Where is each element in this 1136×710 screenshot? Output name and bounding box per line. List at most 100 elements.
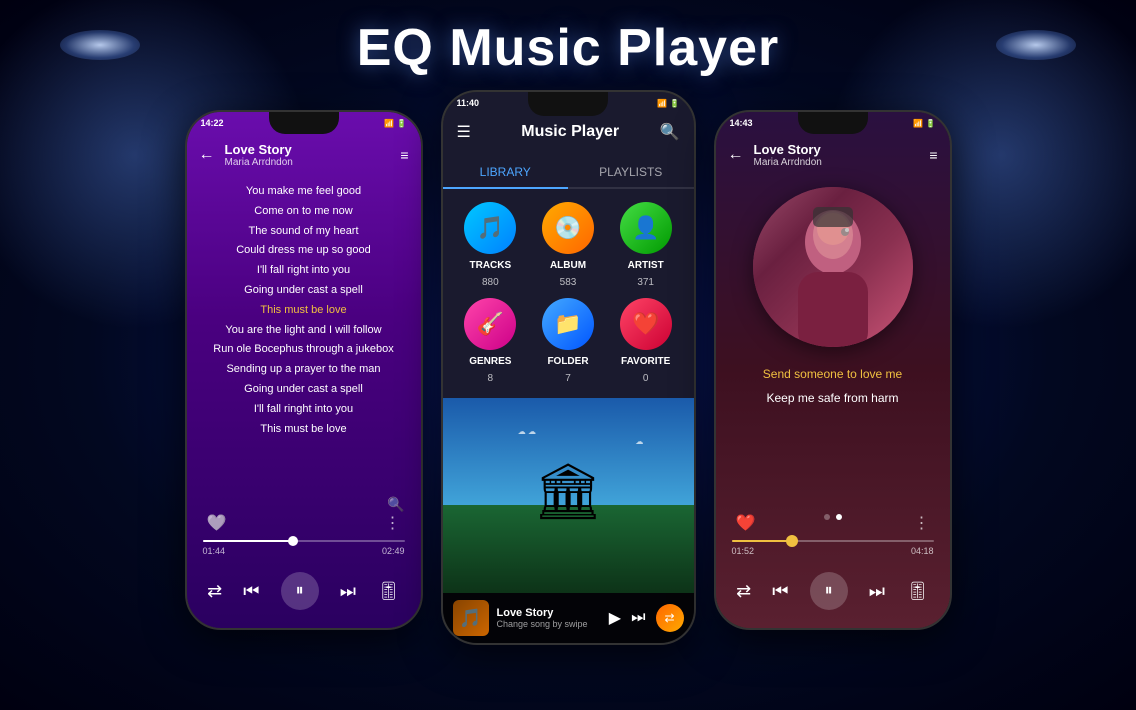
right-progress-fill (732, 540, 793, 542)
tabs-row: LIBRARY PLAYLISTS (443, 157, 694, 189)
bottom-actions-left: 🤍 ⋮ (187, 513, 421, 533)
lib-item-favorite[interactable]: ❤️ FAVORITE 0 (612, 298, 680, 384)
favorite-icon-circle: ❤️ (620, 298, 672, 350)
folder-icon-circle: 📁 (542, 298, 594, 350)
phone-right: 14:43 📶 🔋 ← Love Story Maria Arrdndon ≡ (714, 110, 952, 630)
prev-button-left[interactable]: ⏮ (243, 581, 259, 602)
right-lyric-line-2: Keep me safe from harm (732, 386, 934, 410)
lyric-line-9: Run ole Bocephus through a jukebox (197, 340, 411, 360)
lyric-line-10: Sending up a prayer to the man (197, 360, 411, 380)
right-lyrics-area: Send someone to love me Keep me safe fro… (716, 362, 950, 410)
heart-action-icon[interactable]: 🤍 (207, 513, 227, 533)
time-total-left: 02:49 (382, 546, 405, 556)
zoom-icon[interactable]: 🔍 (387, 496, 404, 513)
more-icon-right[interactable]: ⋮ (914, 513, 930, 533)
lib-item-album[interactable]: 💿 ALBUM 583 (534, 202, 602, 288)
favorite-label: FAVORITE (621, 356, 670, 367)
lyric-line-13: This must be love (197, 420, 411, 440)
lib-item-folder[interactable]: 📁 FOLDER 7 (534, 298, 602, 384)
more-action-icon[interactable]: ⋮ (385, 513, 401, 533)
library-grid: 🎵 TRACKS 880 💿 ALBUM 583 👤 ARTIST 371 🎸 … (443, 192, 694, 394)
back-arrow-icon-right[interactable]: ← (728, 146, 744, 164)
status-time-left: 14:22 (201, 118, 224, 128)
tab-playlists[interactable]: PLAYLISTS (568, 157, 694, 187)
genres-count: 8 (488, 373, 494, 384)
folder-count: 7 (565, 373, 571, 384)
lyric-line-11: Going under cast a spell (197, 380, 411, 400)
next-button-right[interactable]: ⏭ (869, 581, 885, 602)
phone-center: 11:40 📶 🔋 ☰ Music Player 🔍 LIBRARY PLAYL… (441, 90, 696, 645)
lyric-line-8: You are the light and I will follow (197, 321, 411, 341)
lyric-line-6: Going under cast a spell (197, 281, 411, 301)
right-progress-bg[interactable] (732, 540, 934, 542)
tracks-count: 880 (482, 277, 499, 288)
tab-library[interactable]: LIBRARY (443, 157, 569, 189)
playlist-icon[interactable]: ≡ (400, 147, 408, 163)
left-song-artist: Maria Arrdndon (225, 157, 401, 168)
phone-left: 14:22 📶 🔋 ← Love Story Maria Arrdndon ≡ … (185, 110, 423, 630)
artist-label: ARTIST (628, 260, 664, 271)
playlist-icon-right[interactable]: ≡ (929, 147, 937, 163)
notch-left (269, 112, 339, 134)
status-time-right: 14:43 (730, 118, 753, 128)
tracks-icon-circle: 🎵 (464, 202, 516, 254)
phones-container: 14:22 📶 🔋 ← Love Story Maria Arrdndon ≡ … (0, 90, 1136, 645)
time-total-right: 04:18 (911, 546, 934, 556)
status-icons-center: 📶 🔋 (657, 99, 679, 108)
np-next-button[interactable]: ⏭ (631, 609, 645, 627)
shuffle-button-left[interactable]: ⇄ (207, 581, 222, 602)
right-controls-bar: ⇄ ⏮ ⏸ ⏭ 🎚 (716, 572, 950, 610)
album-art-container (753, 187, 913, 347)
right-progress-times: 01:52 04:18 (732, 546, 934, 556)
notch-right (798, 112, 868, 134)
progress-area-left[interactable]: 01:44 02:49 (187, 540, 421, 556)
equalizer-button-left[interactable]: 🎚 (377, 581, 400, 602)
lib-item-tracks[interactable]: 🎵 TRACKS 880 (457, 202, 525, 288)
genres-icon-circle: 🎸 (464, 298, 516, 350)
center-app-title: Music Player (481, 123, 660, 141)
lib-item-artist[interactable]: 👤 ARTIST 371 (612, 202, 680, 288)
progress-bar-bg-left[interactable] (203, 540, 405, 542)
next-button-left[interactable]: ⏭ (340, 581, 356, 602)
center-header: ☰ Music Player 🔍 (443, 116, 694, 148)
back-arrow-icon[interactable]: ← (199, 146, 215, 164)
tracks-label: TRACKS (469, 260, 511, 271)
left-song-info: Love Story Maria Arrdndon (225, 142, 401, 168)
play-pause-button-right[interactable]: ⏸ (810, 572, 848, 610)
lyric-line-3: The sound of my heart (197, 222, 411, 242)
lyric-line-4: Could dress me up so good (197, 241, 411, 261)
right-progress-thumb (786, 535, 798, 547)
favorite-count: 0 (643, 373, 649, 384)
folder-label: FOLDER (547, 356, 588, 367)
artist-count: 371 (637, 277, 654, 288)
np-play-button[interactable]: ▶ (609, 608, 621, 628)
prev-button-right[interactable]: ⏮ (772, 581, 788, 602)
lyric-line-12: I'll fall ringht into you (197, 400, 411, 420)
np-shuffle-button[interactable]: ⇄ (656, 604, 684, 632)
album-icon-circle: 💿 (542, 202, 594, 254)
right-lyric-line-1: Send someone to love me (732, 362, 934, 386)
lyric-line-1: You make me feel good (197, 182, 411, 202)
shuffle-button-right[interactable]: ⇄ (736, 581, 751, 602)
artist-icon-circle: 👤 (620, 202, 672, 254)
progress-bar-fill-left (203, 540, 294, 542)
equalizer-button-right[interactable]: 🎚 (906, 581, 929, 602)
hamburger-menu-icon[interactable]: ☰ (457, 122, 471, 142)
status-time-center: 11:40 (457, 98, 480, 108)
right-bottom-actions: ❤️ ⋮ (716, 513, 950, 533)
right-header: ← Love Story Maria Arrdndon ≡ (716, 134, 950, 176)
now-playing-thumb: 🎵 (453, 600, 489, 636)
lyric-line-5: I'll fall right into you (197, 261, 411, 281)
lib-item-genres[interactable]: 🎸 GENRES 8 (457, 298, 525, 384)
right-song-artist: Maria Arrdndon (754, 157, 930, 168)
lyrics-area-left: You make me feel good Come on to me now … (187, 182, 421, 439)
left-song-title: Love Story (225, 142, 401, 157)
play-pause-button-left[interactable]: ⏸ (281, 572, 319, 610)
right-progress-area[interactable]: 01:52 04:18 (716, 540, 950, 556)
search-icon-center[interactable]: 🔍 (660, 122, 680, 142)
heart-icon-right[interactable]: ❤️ (736, 513, 756, 533)
lyric-line-7: This must be love (197, 301, 411, 321)
time-current-right: 01:52 (732, 546, 755, 556)
lyric-line-2: Come on to me now (197, 202, 411, 222)
genres-label: GENRES (469, 356, 511, 367)
